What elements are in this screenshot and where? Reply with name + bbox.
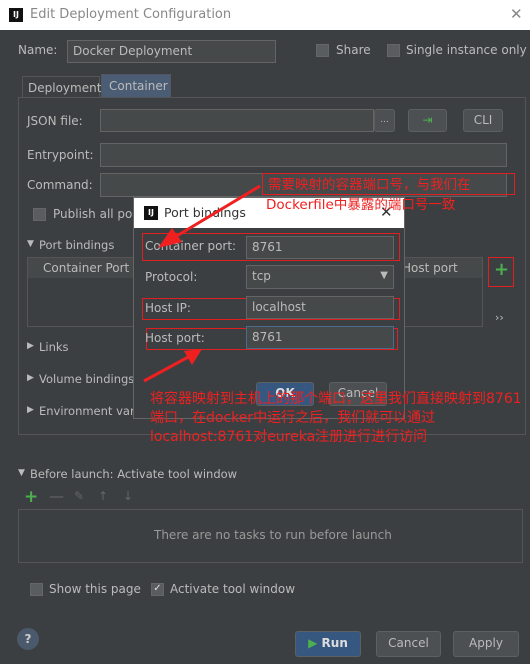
expand-icon[interactable]: ▼ [18,468,25,478]
move-up-icon[interactable]: ↑ [98,489,108,503]
arrow-icon [158,184,261,248]
add-task-icon[interactable]: + [24,487,38,507]
activate-checkbox[interactable]: ✓ [151,583,164,596]
host-ip-input[interactable]: localhost [246,296,394,319]
intellij-logo-icon: IJ [9,8,23,22]
cli-button[interactable]: CLI [463,109,503,132]
remove-task-icon[interactable]: — [49,487,64,505]
before-launch-title: Before launch: Activate tool window [30,467,238,481]
move-down-icon[interactable]: ↓ [123,489,133,503]
collapse-icon[interactable]: ▶ [27,405,34,415]
col-container-port[interactable]: Container Port [43,261,129,275]
single-instance-label: Single instance only [406,43,527,57]
show-page-label: Show this page [49,582,141,596]
protocol-value: tcp [252,269,271,283]
collapse-icon[interactable]: ▶ [27,341,34,351]
name-label: Name: [18,43,58,57]
run-button[interactable]: ▶ Run [295,631,361,657]
command-label: Command: [27,178,93,192]
import-button[interactable]: ⇥ [408,109,447,132]
window-title: Edit Deployment Configuration [30,7,232,22]
help-button[interactable]: ? [17,628,39,650]
annotation-bottom: 将容器映射到主机上的那个端口，这里我们直接映射到8761端口，在docker中运… [150,391,522,445]
edit-task-icon[interactable]: ✎ [74,489,84,503]
volume-bindings-label[interactable]: Volume bindings [39,372,134,386]
before-launch-list: There are no tasks to run before launch [18,509,523,563]
tab-deployment[interactable]: Deployment [22,76,101,98]
cancel-button[interactable]: Cancel [376,631,441,657]
entrypoint-label: Entrypoint: [27,148,94,162]
run-icon: ▶ [308,636,318,650]
protocol-label: Protocol: [145,270,198,284]
collapse-icon[interactable]: ▶ [27,373,34,383]
port-bindings-label: Port bindings [39,238,115,252]
single-instance-checkbox[interactable] [387,44,400,57]
host-port-label: Host port: [145,331,205,345]
col-host-port[interactable]: Host port [402,261,458,275]
annotation-top-2: Dockerfile中暴露的端口号一致 [266,197,456,213]
browse-button[interactable]: ... [374,109,395,132]
import-icon: ⇥ [422,113,433,127]
share-checkbox[interactable] [316,44,329,57]
add-button[interactable]: + [488,257,514,287]
json-file-input[interactable] [100,109,374,132]
apply-button[interactable]: Apply [453,631,519,657]
annotation-top: 需要映射的容器端口号，与我们在 [268,177,471,193]
activate-label: Activate tool window [170,582,296,596]
name-value: Docker Deployment [73,44,193,58]
share-label: Share [336,43,371,57]
host-port-value: 8761 [252,330,283,344]
close-icon[interactable]: ✕ [510,5,523,23]
publish-all-checkbox[interactable] [33,208,46,221]
show-page-checkbox[interactable] [30,583,43,596]
expand-icon[interactable]: ▼ [27,239,34,249]
host-ip-value: localhost [252,300,306,314]
chevron-down-icon: ▼ [380,270,388,281]
protocol-select[interactable]: tcp ▼ [246,265,394,289]
title-bar: IJ Edit Deployment Configuration ✕ [0,0,530,30]
arrow-icon [143,349,202,383]
plus-icon: + [494,259,510,280]
empty-tasks-text: There are no tasks to run before launch [154,528,392,542]
name-input[interactable]: Docker Deployment [67,40,276,63]
env-vars-label[interactable]: Environment varia [39,404,145,418]
json-file-label: JSON file: [27,114,83,128]
tab-container[interactable]: Container [101,74,171,98]
host-ip-label: Host IP: [145,301,191,315]
host-port-input[interactable]: 8761 [246,326,394,349]
publish-all-label: Publish all po [53,207,133,221]
run-label: Run [321,636,348,650]
links-label[interactable]: Links [39,340,69,354]
entrypoint-input[interactable] [100,143,507,167]
more-icon[interactable]: ›› [495,311,504,324]
